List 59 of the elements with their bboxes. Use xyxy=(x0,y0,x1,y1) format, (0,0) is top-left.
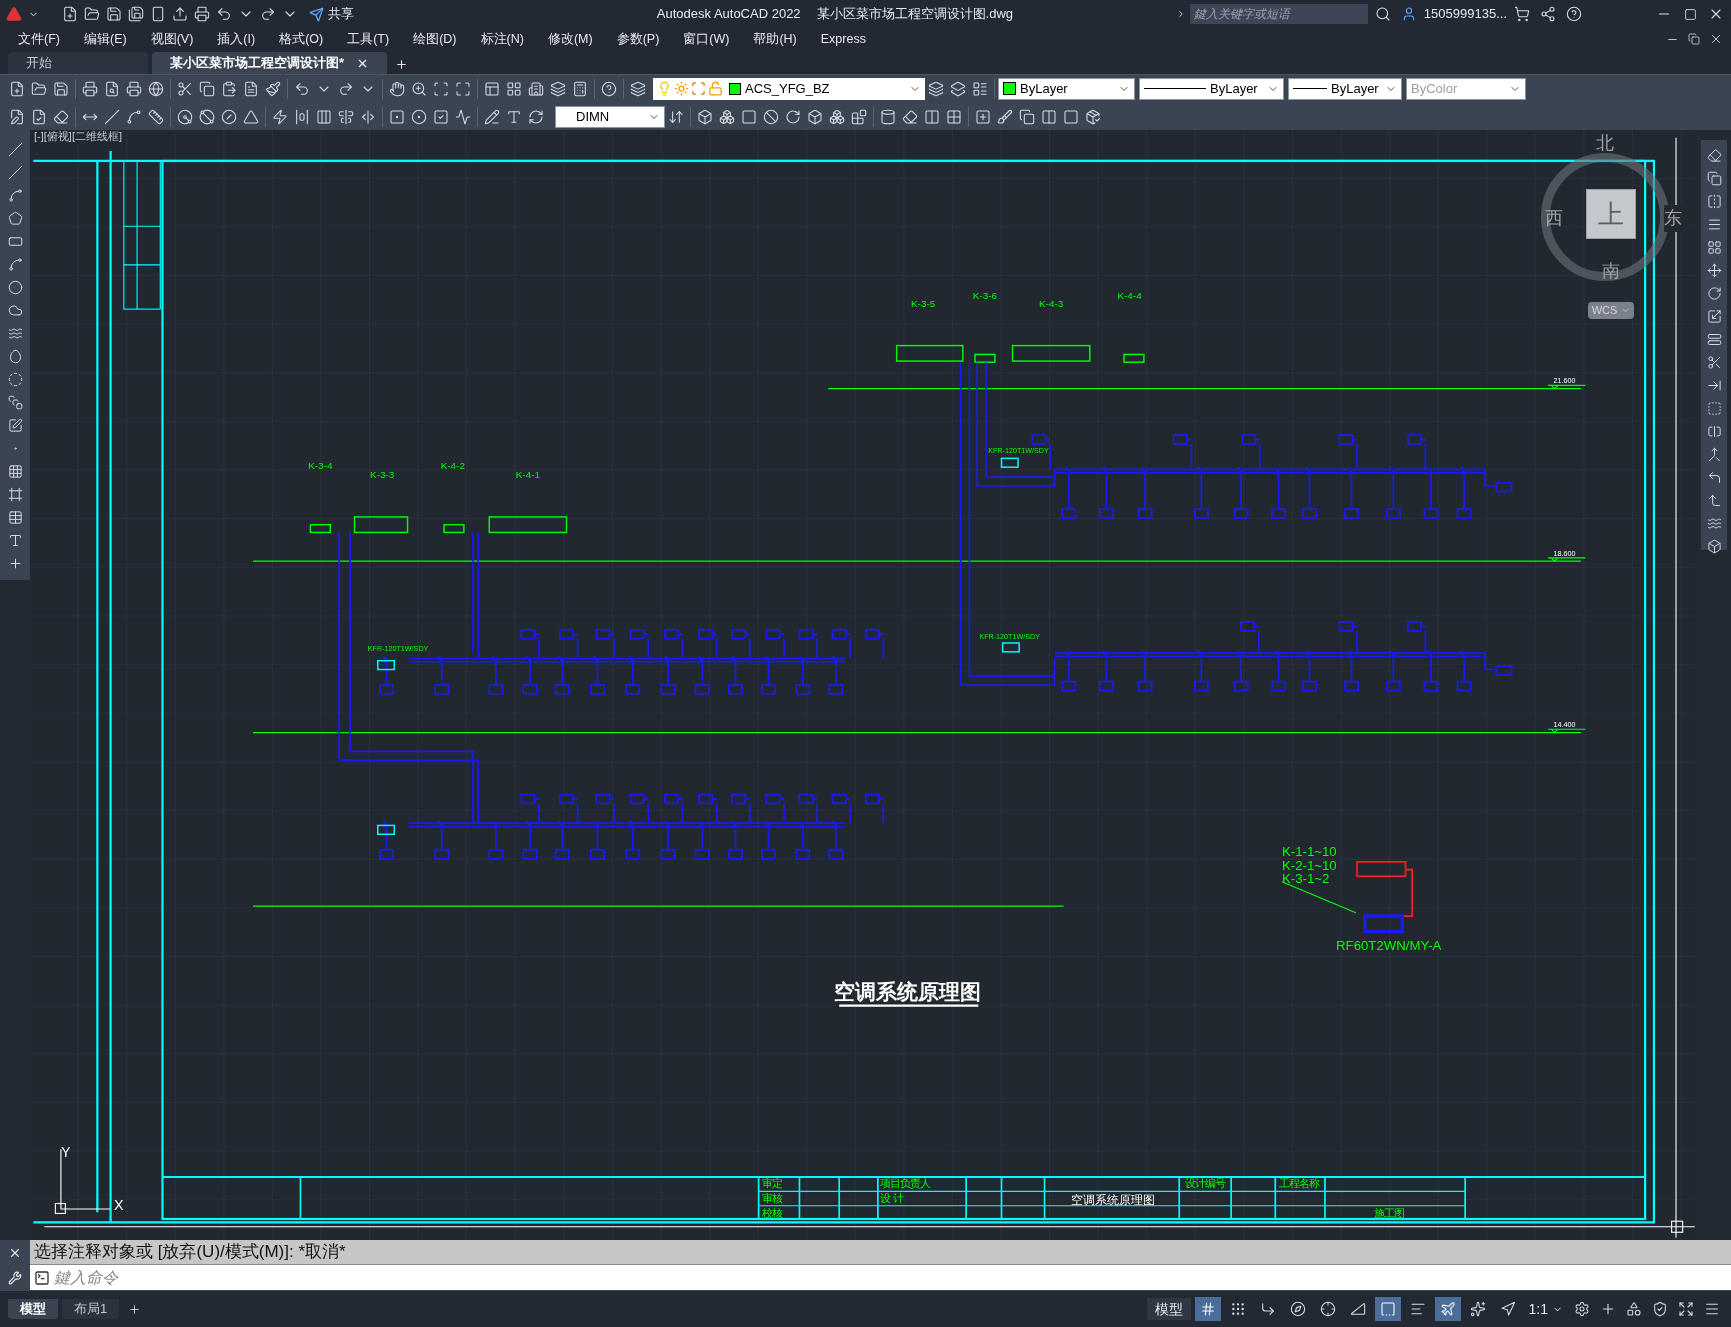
title-block-text: 项目负责人 xyxy=(880,1177,930,1189)
unit-tag: K-4-3 xyxy=(1039,297,1064,309)
menu-item[interactable]: 窗口(W) xyxy=(675,29,738,49)
dimension-style-dropdown[interactable]: DIMN xyxy=(555,105,665,128)
menu-item[interactable]: 编辑(E) xyxy=(75,29,135,49)
title-block-text: 工程名称 xyxy=(1278,1177,1319,1189)
title-block-text: 施工图 xyxy=(1373,1207,1404,1219)
viewport-label[interactable]: [-][俯视][二维线框] xyxy=(34,130,122,145)
file-title: 某小区菜市场工程空调设计图.dwg xyxy=(816,5,1014,24)
compass-label: 北 xyxy=(1596,132,1614,155)
menu-item[interactable]: 格式(O) xyxy=(271,29,332,49)
document-tab[interactable]: 开始 xyxy=(8,52,148,74)
legend-label: K-3-1~2 xyxy=(1281,870,1330,886)
unit-tag: K-4-2 xyxy=(440,460,465,472)
unit-model-label: RF60T2WN/MY-A xyxy=(1336,938,1442,954)
compass-label: 西 xyxy=(1545,207,1563,230)
title-block-text: 空调系统原理图 xyxy=(1071,1192,1155,1207)
axis-label: Y xyxy=(60,1144,71,1161)
lineweight-dropdown[interactable]: ByLayer xyxy=(1288,77,1402,100)
user-name[interactable]: 1505999135... xyxy=(1423,4,1507,24)
menu-item[interactable]: 帮助(H) xyxy=(745,29,805,49)
unit-tag: K-4-4 xyxy=(1117,290,1142,302)
drawing-title: 空调系统原理图 xyxy=(834,979,982,1003)
view-cube[interactable]: 上 xyxy=(1586,189,1636,239)
unit-tag: K-3-4 xyxy=(308,460,333,472)
menu-item[interactable]: 插入(I) xyxy=(209,29,264,49)
compass-label: 东 xyxy=(1664,205,1682,232)
legend-label: K-1-1~10 xyxy=(1281,844,1337,860)
title-block-text: 设 计 xyxy=(880,1193,903,1205)
menu-item[interactable]: Express xyxy=(812,29,874,49)
title-block-text: 校核 xyxy=(761,1207,782,1219)
share-button[interactable]: 共享 xyxy=(309,4,354,24)
compass-label: 南 xyxy=(1602,260,1620,283)
annotation-scale-dropdown[interactable]: 1:1 xyxy=(1524,1298,1567,1320)
menu-item[interactable]: 标注(N) xyxy=(472,29,532,49)
unit-tag: K-4-1 xyxy=(515,469,541,481)
axis-label: X xyxy=(113,1197,124,1214)
menu-item[interactable]: 视图(V) xyxy=(142,29,202,49)
menu-item[interactable]: 参数(P) xyxy=(608,29,668,49)
layout-tab[interactable]: 布局1 xyxy=(62,1299,120,1319)
menu-item[interactable]: 修改(M) xyxy=(539,29,601,49)
menu-item[interactable]: 文件(F) xyxy=(10,29,68,49)
search-field[interactable]: 鍵入关键字或短语 xyxy=(1189,4,1368,24)
legend-label: K-2-1~10 xyxy=(1281,857,1337,873)
menu-item[interactable]: 工具(T) xyxy=(339,29,398,49)
title-block-text: 设计编号 xyxy=(1184,1177,1225,1189)
unit-tag: K-3-6 xyxy=(972,290,998,302)
menu-item[interactable]: 绘图(D) xyxy=(405,29,465,49)
title-block-text: 审定 xyxy=(761,1177,782,1189)
color-dropdown[interactable]: ByLayer xyxy=(998,77,1135,100)
linetype-dropdown[interactable]: ByLayer xyxy=(1139,77,1284,100)
command-history: 选择注释对象或 [放弃(U)/模式(M)]: *取消* xyxy=(30,1240,1731,1264)
title-block-text: 审核 xyxy=(761,1193,782,1205)
unit-tag: K-3-3 xyxy=(370,469,395,481)
unit-tag: K-3-5 xyxy=(910,297,936,309)
app-title: Autodesk AutoCAD 2022 xyxy=(656,5,801,24)
layout-tab[interactable]: 模型 xyxy=(8,1299,58,1319)
model-space-button[interactable]: 模型 xyxy=(1146,1298,1191,1320)
document-tab[interactable]: 某小区菜市场工程空调设计图* xyxy=(152,52,388,74)
